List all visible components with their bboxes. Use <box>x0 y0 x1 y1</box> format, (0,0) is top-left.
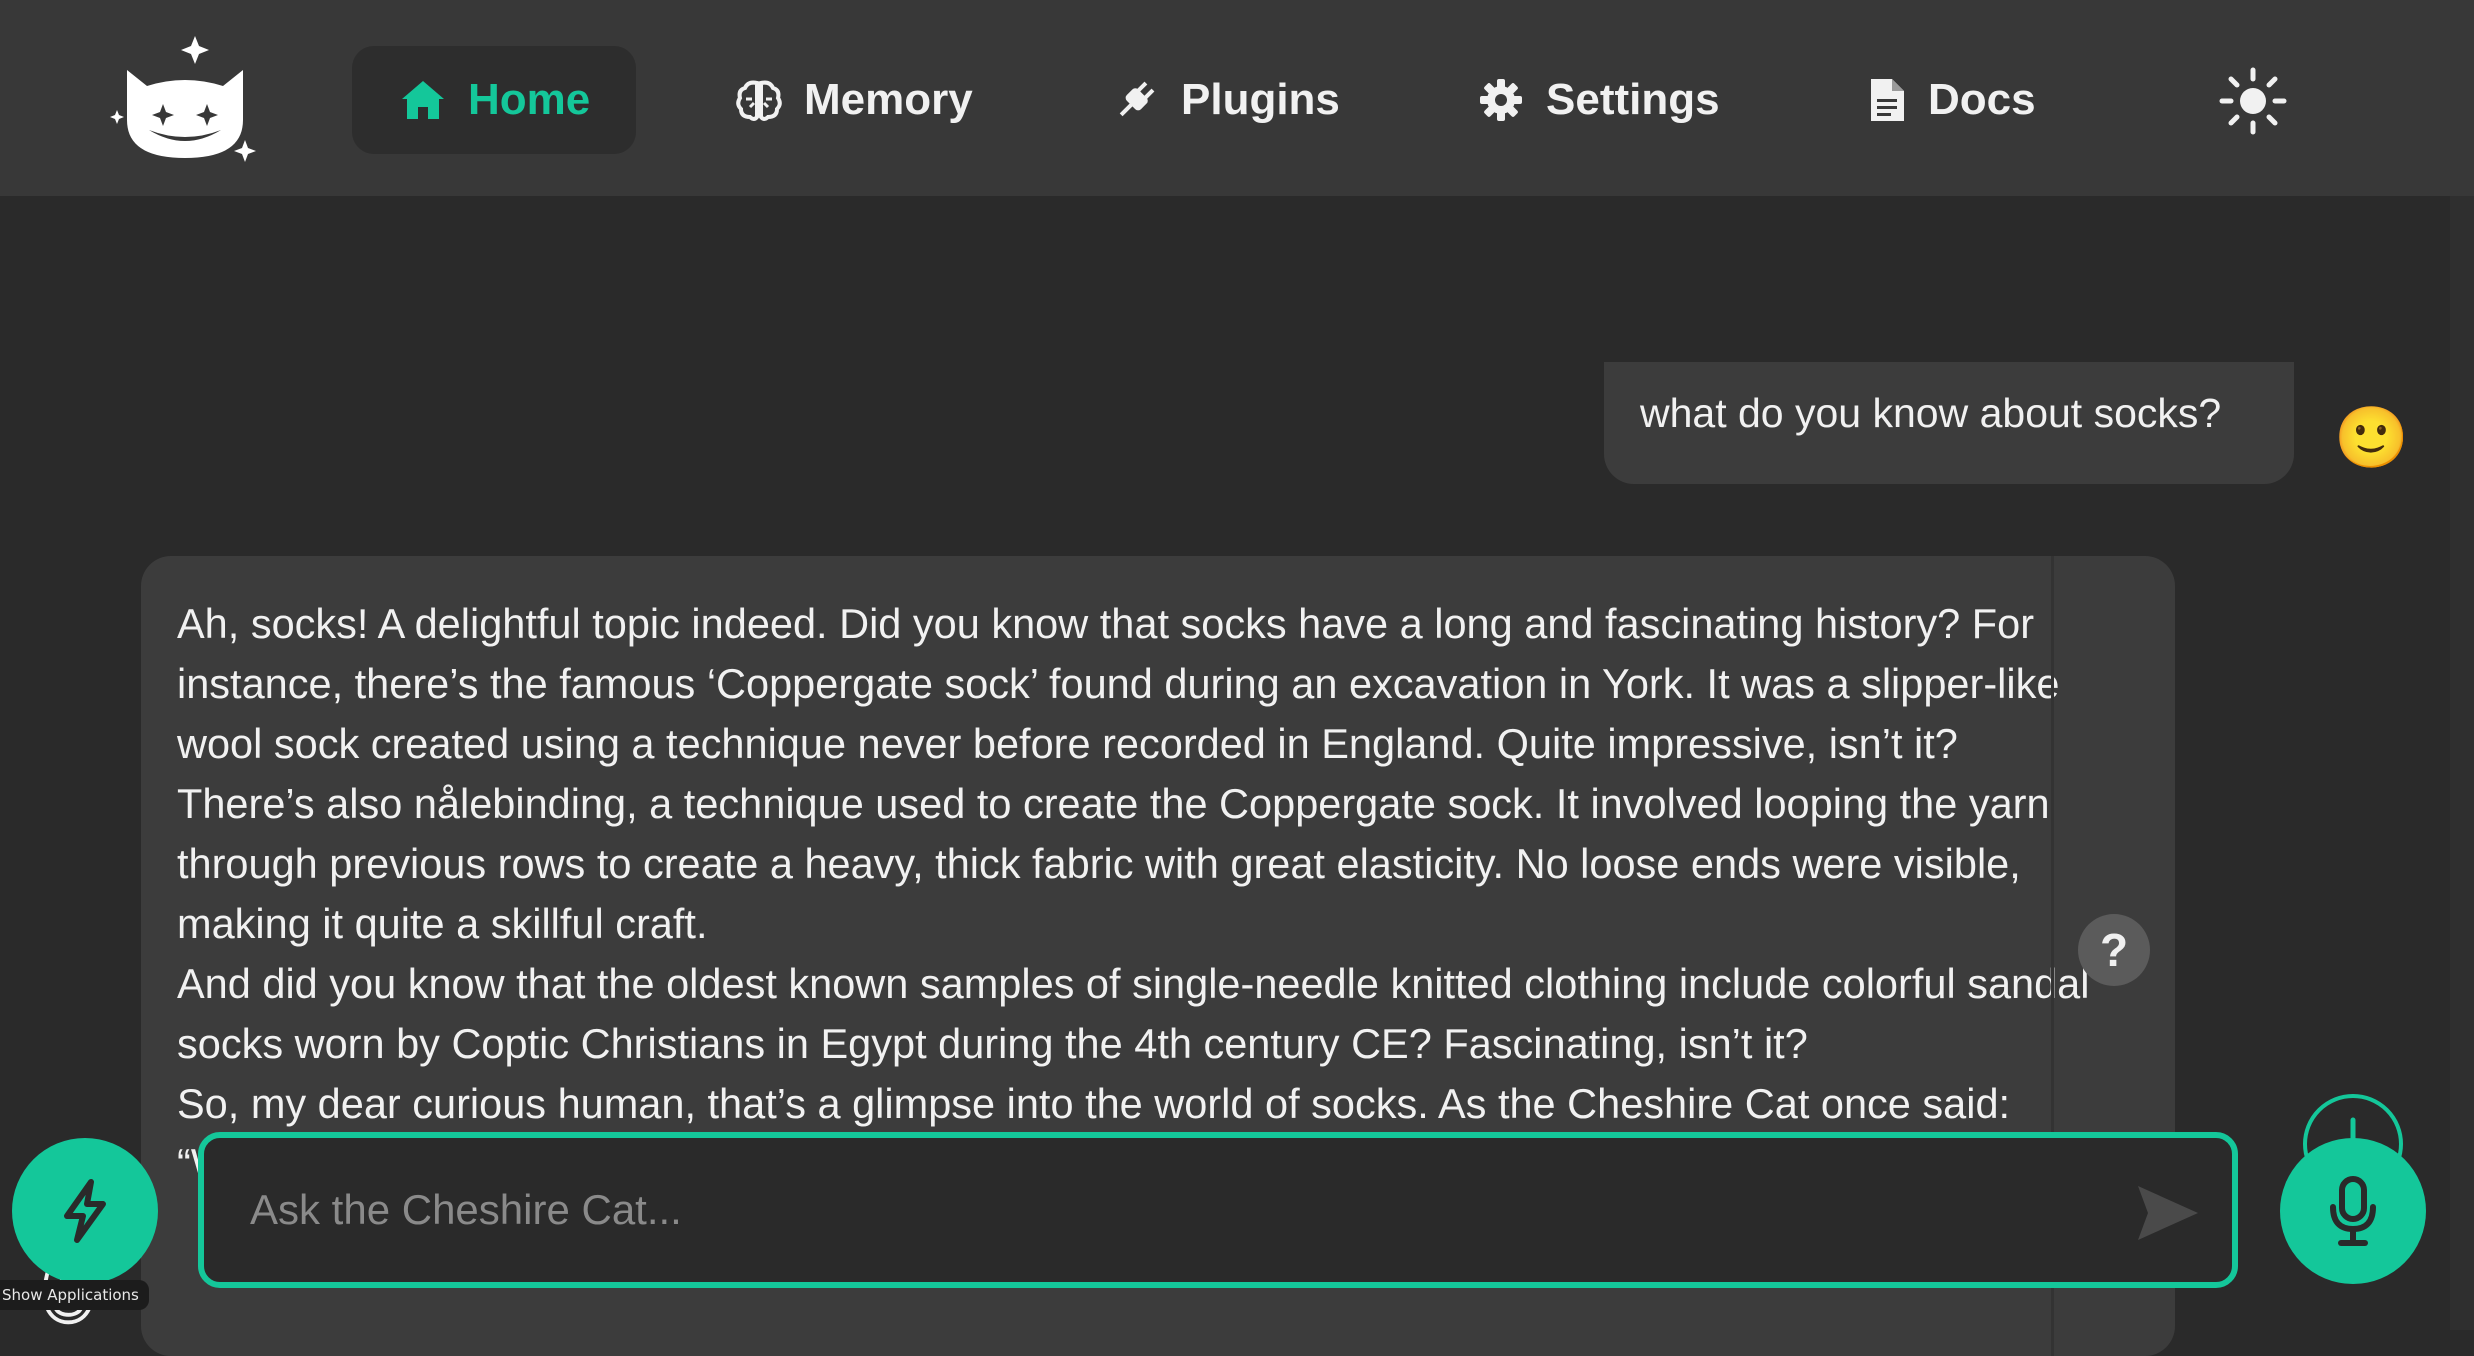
microphone-icon <box>2330 1176 2376 1246</box>
send-icon[interactable] <box>2134 1182 2202 1244</box>
gear-icon <box>1480 79 1522 121</box>
prompt-examples-button[interactable] <box>12 1138 158 1284</box>
plug-icon <box>1119 81 1155 117</box>
nav-docs[interactable]: Docs <box>1820 46 2076 154</box>
user-avatar: 🙂 <box>2334 404 2409 471</box>
bot-paragraph: And did you know that the oldest known s… <box>177 960 2090 1067</box>
top-navbar: Home Memory Plugins Settings Docs <box>0 0 2474 196</box>
chat-input[interactable] <box>248 1168 2108 1252</box>
nav-memory-label: Memory <box>804 75 973 124</box>
user-message-bubble: what do you know about socks? <box>1604 362 2294 484</box>
scrollbar[interactable] <box>2450 196 2474 1330</box>
bot-message-text: Ah, socks! A delightful topic indeed. Di… <box>177 594 2137 1194</box>
nav-home[interactable]: Home <box>352 46 636 154</box>
nav-docs-label: Docs <box>1928 75 2036 124</box>
nav-plugins[interactable]: Plugins <box>1065 46 1380 154</box>
sun-icon[interactable] <box>2218 66 2288 136</box>
bot-paragraph: There’s also nålebinding, a technique us… <box>177 780 2050 947</box>
nav-settings-label: Settings <box>1546 75 1720 124</box>
chat-input-container <box>198 1132 2238 1288</box>
microphone-button[interactable] <box>2280 1138 2426 1284</box>
nav-plugins-label: Plugins <box>1181 75 1340 124</box>
cheshire-cat-logo[interactable] <box>105 30 265 170</box>
lightning-icon <box>64 1179 106 1243</box>
nav-memory[interactable]: Memory <box>688 46 1013 154</box>
user-message-text: what do you know about socks? <box>1640 390 2222 436</box>
show-applications-tooltip: Show Applications <box>0 1280 149 1310</box>
nav-home-label: Home <box>468 75 591 124</box>
home-icon <box>402 81 444 119</box>
nav-settings[interactable]: Settings <box>1430 46 1760 154</box>
brain-icon <box>736 80 782 121</box>
bot-paragraph: Ah, socks! A delightful topic indeed. Di… <box>177 600 2060 767</box>
document-icon <box>1871 79 1904 121</box>
why-button[interactable]: ? <box>2078 914 2150 986</box>
